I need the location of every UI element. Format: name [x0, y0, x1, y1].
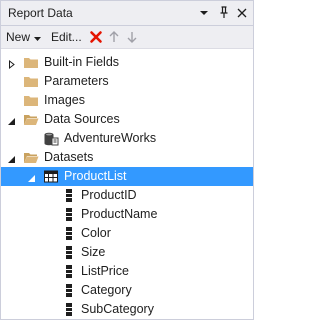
- tree-item-label: Images: [44, 93, 85, 107]
- field-icon: [61, 226, 77, 241]
- tree-item-label: ProductName: [81, 207, 158, 221]
- tree-item-data-sources[interactable]: Data Sources: [1, 110, 253, 129]
- tree-item-field[interactable]: ProductID: [1, 186, 253, 205]
- tree-item-label: ListPrice: [81, 264, 129, 278]
- tree-item-label: Category: [81, 283, 132, 297]
- folder-icon: [23, 74, 39, 89]
- field-icon: [61, 264, 77, 279]
- tree-item-label: SubCategory: [81, 302, 154, 316]
- tree-item-field[interactable]: Color: [1, 224, 253, 243]
- new-button-label: New: [6, 30, 31, 44]
- dataset-table-icon: [43, 169, 59, 184]
- tree-item-datasets[interactable]: Datasets: [1, 148, 253, 167]
- tree-item-parameters[interactable]: Parameters: [1, 72, 253, 91]
- tree-item-field[interactable]: Category: [1, 281, 253, 300]
- close-icon[interactable]: [234, 4, 250, 22]
- tree-item-field[interactable]: ProductName: [1, 205, 253, 224]
- report-data-panel: Report Data New Edit... Built-in Fields …: [0, 0, 254, 320]
- tree-item-label: Parameters: [44, 74, 109, 88]
- report-data-tree: Built-in Fields Parameters Images Data S…: [1, 49, 253, 319]
- tree-item-label: Color: [81, 226, 111, 240]
- panel-title-bar: Report Data: [1, 1, 253, 26]
- folder-open-icon: [23, 150, 39, 165]
- chevron-down-icon: [34, 31, 42, 45]
- tree-item-field[interactable]: ListPrice: [1, 262, 253, 281]
- pin-icon[interactable]: [216, 4, 232, 22]
- edit-button[interactable]: Edit...: [51, 29, 82, 45]
- tree-item-label: Data Sources: [44, 112, 120, 126]
- expand-arrow-icon[interactable]: [7, 58, 16, 70]
- panel-title: Report Data: [8, 6, 73, 20]
- field-icon: [61, 302, 77, 317]
- arrow-down-icon[interactable]: [126, 29, 138, 45]
- edit-button-label: Edit...: [51, 30, 82, 44]
- tree-item-label: Built-in Fields: [44, 55, 120, 69]
- tree-item-label: Size: [81, 245, 106, 259]
- collapse-arrow-icon[interactable]: [27, 172, 36, 182]
- data-source-icon: [43, 131, 59, 146]
- tree-item-label: AdventureWorks: [64, 131, 157, 145]
- tree-item-built-in-fields[interactable]: Built-in Fields: [1, 53, 253, 72]
- folder-icon: [23, 93, 39, 108]
- arrow-up-icon[interactable]: [108, 29, 120, 45]
- field-icon: [61, 207, 77, 222]
- tree-item-label: ProductID: [81, 188, 137, 202]
- delete-icon[interactable]: [89, 29, 103, 45]
- field-icon: [61, 188, 77, 203]
- tree-item-field[interactable]: Size: [1, 243, 253, 262]
- tree-item-field[interactable]: SubCategory: [1, 300, 253, 319]
- collapse-arrow-icon[interactable]: [7, 115, 16, 125]
- report-data-toolbar: New Edit...: [1, 26, 253, 49]
- tree-item-images[interactable]: Images: [1, 91, 253, 110]
- chevron-down-icon[interactable]: [196, 4, 212, 22]
- folder-open-icon: [23, 112, 39, 127]
- tree-item-productlist[interactable]: ProductList: [1, 167, 253, 186]
- field-icon: [61, 283, 77, 298]
- folder-icon: [23, 55, 39, 70]
- tree-item-label: Datasets: [44, 150, 94, 164]
- tree-item-adventureworks[interactable]: AdventureWorks: [1, 129, 253, 148]
- field-icon: [61, 245, 77, 260]
- new-button[interactable]: New: [6, 29, 42, 45]
- collapse-arrow-icon[interactable]: [7, 153, 16, 163]
- tree-item-label: ProductList: [64, 169, 127, 183]
